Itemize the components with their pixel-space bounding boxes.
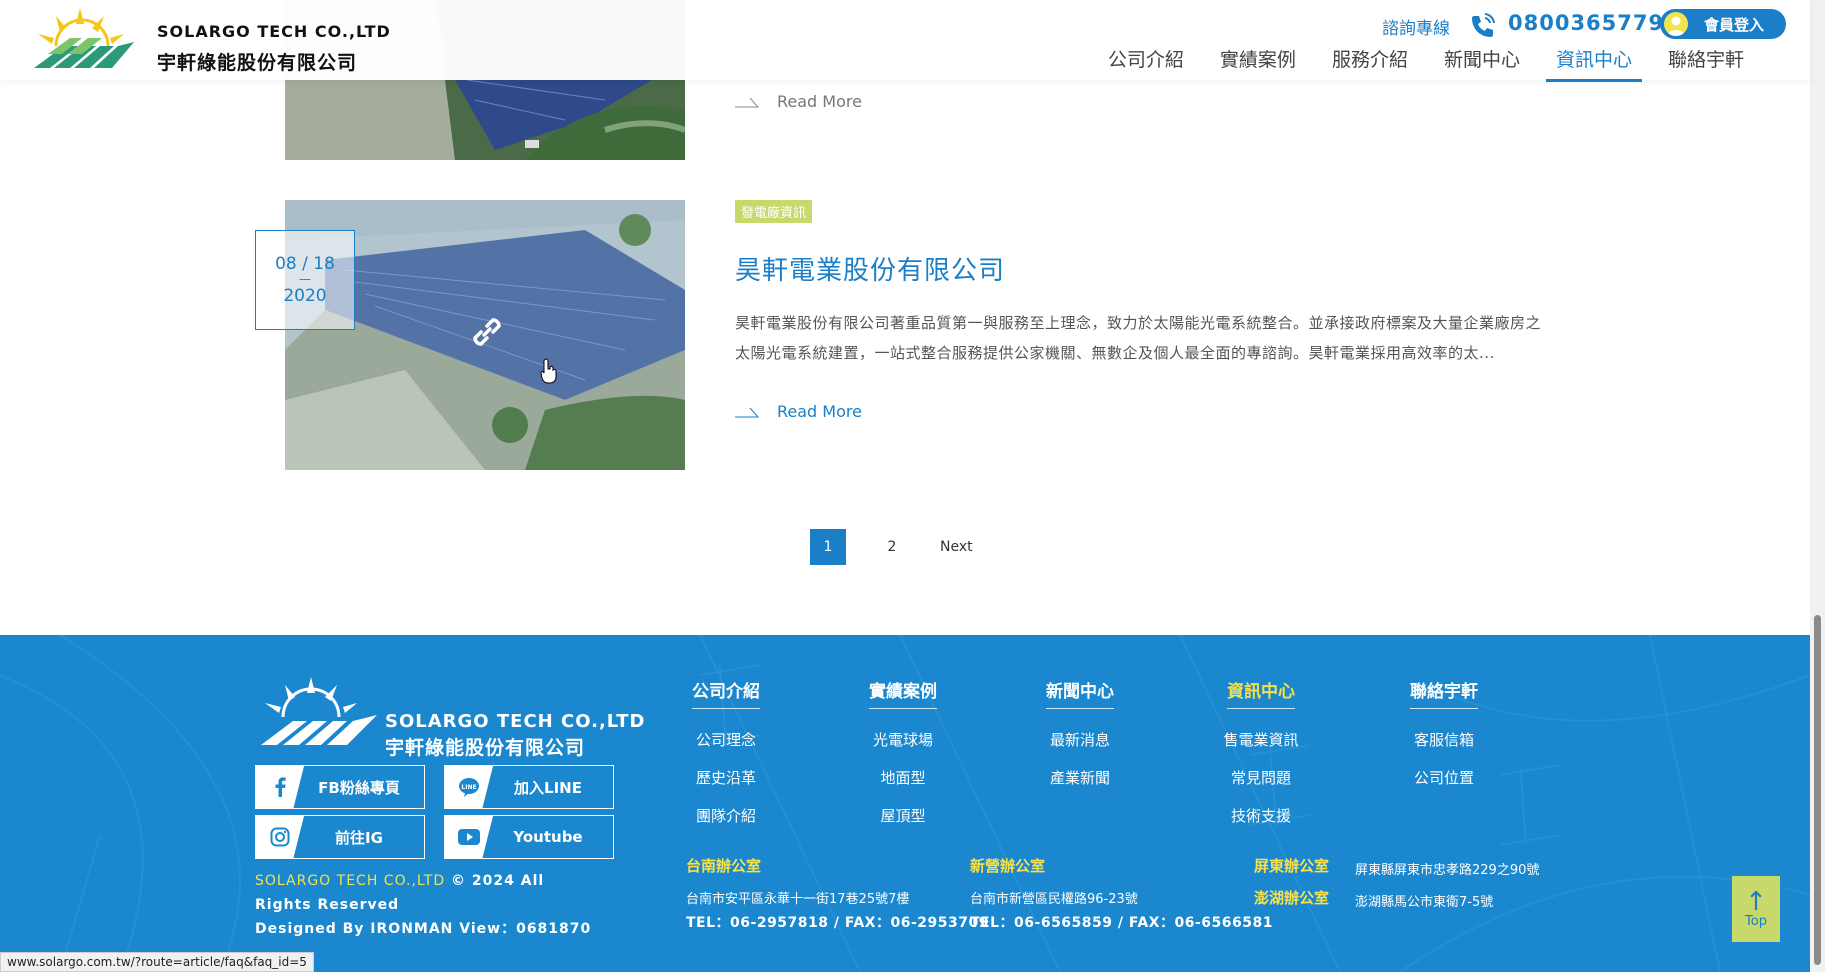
instagram-icon [256,816,304,858]
member-login-button[interactable]: 會員登入 [1660,9,1786,39]
footer-column-title[interactable]: 資訊中心 [1227,677,1295,709]
facebook-button[interactable]: FB粉絲專頁 [255,765,425,809]
office-penghu-address: 澎湖縣馬公市東衛7-5號 [1355,895,1494,910]
footer-link[interactable]: 屋頂型 [848,805,958,826]
article-date-box: 08 / 18 — 2020 [255,230,355,330]
footer-link[interactable]: 公司理念 [671,729,781,750]
article-category-tag[interactable]: 發電廠資訊 [735,200,813,223]
office-tainan-tel: TEL：06-2957818 / FAX：06-2953709 [686,915,989,931]
phone-icon [1472,13,1495,37]
pagination: 1 2 Next [810,529,973,565]
scrollbar-thumb[interactable] [1814,615,1821,965]
office-xinying-address: 台南市新營區民權路96-23號 [970,892,1138,907]
youtube-button[interactable]: Youtube [444,815,614,859]
previous-article-readmore[interactable]: Read More [735,92,862,111]
line-label: 加入LINE [514,778,582,797]
footer-column-title[interactable]: 公司介紹 [692,677,760,709]
arrow-line-icon [735,407,759,417]
footer-link[interactable]: 公司位置 [1389,767,1499,788]
link-icon[interactable] [465,310,509,354]
footer-column-title[interactable]: 新聞中心 [1046,677,1114,709]
article-date-year: 2020 [283,285,327,306]
footer-link[interactable]: 技術支援 [1206,805,1316,826]
back-to-top-button[interactable]: ↑ Top [1732,876,1780,942]
office-pingtung-label: 屏東辦公室 [1254,857,1330,875]
nav-item-news[interactable]: 新聞中心 [1426,48,1538,82]
footer-column-info: 資訊中心 售電業資訊 常見問題 技術支援 [1206,677,1316,826]
office-pingtung-address: 屏東縣屏東市忠孝路229之90號 [1355,863,1540,878]
footer-column-title[interactable]: 聯絡宇軒 [1410,677,1478,709]
readmore-label: Read More [777,402,862,421]
page-2-button[interactable]: 2 [874,529,910,565]
youtube-label: Youtube [513,828,583,846]
site-footer: SOLARGO TECH CO.,LTD 宇軒綠能股份有限公司 FB粉絲專頁 L… [0,635,1810,972]
copyright: SOLARGO TECH CO.,LTD © 2024 All Rights R… [255,869,595,941]
article-excerpt: 昊軒電業股份有限公司著重品質第一與服務至上理念，致力於太陽能光電系統整合。並承接… [735,314,1542,362]
footer-brand-en: SOLARGO TECH CO.,LTD [385,711,646,732]
nav-item-cases[interactable]: 實績案例 [1202,48,1314,82]
line-icon: LINE [445,766,493,808]
hand-cursor-icon [540,358,557,384]
footer-column-cases: 實績案例 光電球場 地面型 屋頂型 [848,677,958,826]
hotline-label: 諮詢專線 [1382,19,1450,39]
site-header: SOLARGO TECH CO.,LTD 宇軒綠能股份有限公司 諮詢專線 080… [0,0,1810,82]
line-button[interactable]: LINE 加入LINE [444,765,614,809]
footer-link[interactable]: 最新消息 [1025,729,1135,750]
footer-link[interactable]: 售電業資訊 [1206,729,1316,750]
office-xinying-tel: TEL：06-6565859 / FAX：06-6566581 [970,915,1273,931]
office-xinying-label: 新營辦公室 [970,857,1046,875]
user-avatar-icon [1664,12,1688,36]
up-arrow-icon: ↑ [1745,886,1767,917]
footer-column-contact: 聯絡宇軒 客服信箱 公司位置 [1389,677,1499,788]
instagram-label: 前往IG [335,828,383,847]
arrow-line-icon [735,97,759,107]
office-tainan-address: 台南市安平區永華十一街17巷25號7樓 [686,892,910,907]
facebook-icon [256,766,304,808]
nav-item-about[interactable]: 公司介紹 [1090,48,1202,82]
readmore-label: Read More [777,92,862,111]
nav-item-contact[interactable]: 聯絡宇軒 [1650,48,1762,82]
footer-link[interactable]: 產業新聞 [1025,767,1135,788]
article-title[interactable]: 昊軒電業股份有限公司 [735,250,1005,287]
article-date-separator: — [299,272,311,287]
footer-link[interactable]: 光電球場 [848,729,958,750]
nav-item-services[interactable]: 服務介紹 [1314,48,1426,82]
member-login-label: 會員登入 [1704,15,1765,34]
footer-brand-zh: 宇軒綠能股份有限公司 [385,737,586,759]
footer-link[interactable]: 常見問題 [1206,767,1316,788]
article-readmore[interactable]: Read More [735,402,862,421]
footer-link[interactable]: 團隊介紹 [671,805,781,826]
main-nav: 公司介紹 實績案例 服務介紹 新聞中心 資訊中心 聯絡宇軒 [1090,48,1762,82]
hotline-number[interactable]: 0800365779 [1508,11,1664,35]
page-1-button[interactable]: 1 [810,529,846,565]
designed-by: Designed By IRONMAN View：0681870 [255,921,592,937]
facebook-label: FB粉絲專頁 [318,778,400,797]
solargo-logo[interactable] [26,6,146,74]
back-to-top-label: Top [1745,913,1767,929]
footer-link[interactable]: 地面型 [848,767,958,788]
footer-column-about: 公司介紹 公司理念 歷史沿革 團隊介紹 [671,677,781,826]
footer-link[interactable]: 客服信箱 [1389,729,1499,750]
office-tainan-label: 台南辦公室 [686,857,762,875]
next-page-button[interactable]: Next [940,529,973,565]
brand-name-en: SOLARGO TECH CO.,LTD [157,22,391,41]
brand-name-zh: 宇軒綠能股份有限公司 [157,52,358,74]
status-bar-url: www.solargo.com.tw/?route=article/faq&fa… [0,952,314,972]
copyright-brand: SOLARGO TECH CO.,LTD [255,873,446,889]
instagram-button[interactable]: 前往IG [255,815,425,859]
office-penghu-label: 澎湖辦公室 [1254,889,1330,907]
nav-item-info[interactable]: 資訊中心 [1538,48,1650,82]
footer-column-news: 新聞中心 最新消息 產業新聞 [1025,677,1135,788]
page-scrollbar[interactable] [1810,0,1825,972]
youtube-icon [445,816,493,858]
footer-column-title[interactable]: 實績案例 [869,677,937,709]
footer-link[interactable]: 歷史沿革 [671,767,781,788]
svg-text:LINE: LINE [461,784,476,791]
footer-logo[interactable] [255,677,390,749]
